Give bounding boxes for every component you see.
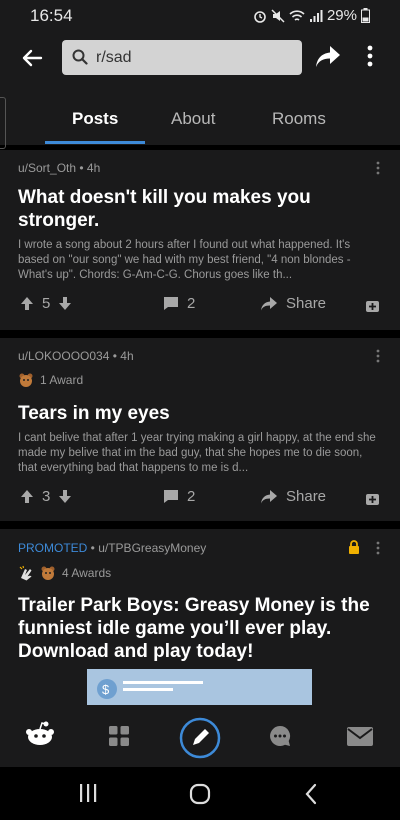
upvote-icon[interactable] (20, 489, 34, 504)
post-meta: u/LOKOOOO034 • 4h (18, 349, 134, 363)
chat-icon[interactable] (268, 724, 292, 748)
home-button-icon[interactable] (189, 783, 211, 805)
system-nav-bar (0, 767, 400, 820)
ad-image-banner[interactable]: $ (87, 669, 312, 705)
share-button[interactable]: Share (260, 295, 326, 312)
post-title[interactable]: What doesn't kill you makes you stronger… (18, 186, 382, 232)
status-time: 16:54 (30, 6, 73, 25)
share-label: Share (286, 488, 327, 505)
post-menu-icon[interactable] (376, 161, 380, 175)
bear-award-icon (41, 566, 55, 580)
post-author[interactable]: u/Sort_Oth (18, 161, 76, 175)
post-title[interactable]: Trailer Park Boys: Greasy Money is the f… (18, 594, 382, 663)
post-menu-icon[interactable] (376, 541, 380, 555)
share-arrow-icon (261, 296, 277, 310)
home-snoo-icon[interactable] (25, 721, 55, 747)
popular-grid-icon[interactable] (108, 725, 130, 747)
promoted-post-card[interactable]: PROMOTED • u/TPBGreasyMoney 4 Awards Tra… (0, 529, 400, 705)
award-add-icon[interactable] (365, 491, 380, 506)
post-menu-icon[interactable] (376, 349, 380, 363)
overflow-menu-icon[interactable] (366, 44, 374, 68)
share-icon[interactable] (314, 44, 342, 70)
active-tab-indicator (45, 141, 145, 144)
post-body[interactable]: I wrote a song about 2 hours after I fou… (18, 238, 382, 283)
downvote-icon[interactable] (58, 489, 72, 504)
alarm-icon (254, 10, 266, 23)
svg-text:$: $ (102, 682, 110, 697)
post-actions: 5 2 Share (0, 295, 400, 325)
status-bar: 16:54 29% (0, 0, 400, 30)
comments-button[interactable]: 2 (163, 488, 195, 505)
award-add-icon[interactable] (365, 298, 380, 313)
post-awards[interactable]: 4 Awards (18, 565, 111, 581)
vote-group: 5 (20, 295, 72, 312)
search-icon (72, 49, 88, 65)
post-age: 4h (86, 161, 101, 175)
post-card[interactable]: u/Sort_Oth • 4h What doesn't kill you ma… (0, 150, 400, 330)
share-label: Share (286, 295, 327, 312)
comment-icon (164, 490, 178, 503)
tab-posts[interactable]: Posts (72, 109, 118, 129)
vote-group: 3 (20, 488, 72, 505)
post-meta: u/Sort_Oth • 4h (18, 161, 101, 175)
lock-icon (349, 540, 359, 554)
award-count: 1 Award (40, 373, 84, 387)
dollar-logo-icon: $ (97, 679, 203, 699)
share-button[interactable]: Share (260, 488, 326, 505)
award-count: 4 Awards (62, 566, 112, 580)
post-title[interactable]: Tears in my eyes (18, 402, 382, 425)
tab-rooms[interactable]: Rooms (272, 109, 326, 129)
vote-count: 3 (42, 488, 51, 505)
post-author[interactable]: u/LOKOOOO034 (18, 349, 109, 363)
edge-panel-handle[interactable] (0, 97, 6, 149)
post-body[interactable]: I cant belive that after 1 year trying m… (18, 431, 382, 476)
battery-percent: 29% (326, 7, 357, 24)
app-bar: r/sad (0, 30, 400, 85)
downvote-icon[interactable] (58, 296, 72, 311)
share-arrow-icon (261, 489, 277, 503)
system-back-icon[interactable] (304, 783, 318, 805)
upvote-icon[interactable] (20, 296, 34, 311)
battery-icon (361, 8, 370, 23)
subreddit-tabs: Posts About Rooms (0, 85, 400, 145)
post-meta: PROMOTED • u/TPBGreasyMoney (18, 541, 207, 555)
comment-icon (164, 297, 178, 310)
wifi-icon (289, 9, 305, 21)
search-bar[interactable]: r/sad (62, 40, 302, 75)
signal-icon (309, 9, 323, 22)
post-author[interactable]: u/TPBGreasyMoney (98, 541, 206, 555)
post-age: 4h (120, 349, 134, 363)
vote-count: 5 (42, 295, 51, 312)
mute-icon (271, 8, 285, 23)
inbox-mail-icon[interactable] (347, 727, 373, 746)
search-query: r/sad (96, 49, 132, 66)
create-post-pencil-icon[interactable] (179, 717, 221, 759)
back-arrow-icon[interactable] (20, 46, 44, 70)
status-icons: 29% (253, 7, 370, 24)
post-awards[interactable]: 1 Award (18, 372, 83, 388)
post-card[interactable]: u/LOKOOOO034 • 4h 1 Award Tears in my ey… (0, 338, 400, 521)
post-actions: 3 2 Share (0, 488, 400, 518)
tab-about[interactable]: About (171, 109, 215, 129)
comment-count: 2 (187, 488, 196, 505)
clap-award-icon (19, 565, 32, 581)
recent-apps-icon[interactable] (78, 784, 98, 802)
bear-award-icon (19, 373, 33, 387)
comment-count: 2 (187, 295, 196, 312)
promoted-label: PROMOTED (18, 541, 88, 555)
bottom-nav (0, 705, 400, 767)
comments-button[interactable]: 2 (163, 295, 195, 312)
